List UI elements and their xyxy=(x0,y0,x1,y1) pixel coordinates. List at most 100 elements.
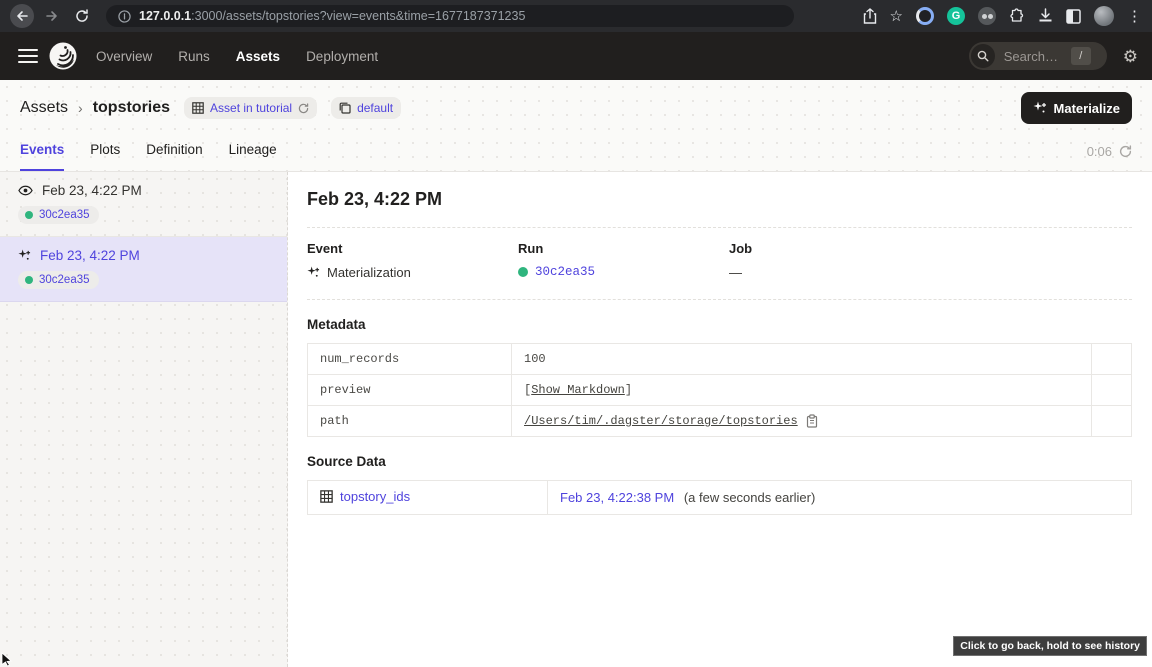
back-button-tooltip: Click to go back, hold to see history xyxy=(953,636,1147,656)
materialization-sparkle-icon xyxy=(18,249,31,262)
metadata-row-path: path /Users/tim/.dagster/storage/topstor… xyxy=(308,406,1132,437)
dagster-logo[interactable] xyxy=(48,41,78,71)
hamburger-menu-icon[interactable] xyxy=(18,49,38,63)
content-area: Feb 23, 4:22 PM 30c2ea35 Feb 23, 4:22 PM… xyxy=(0,172,1152,667)
event-detail-panel: Feb 23, 4:22 PM Event Materialization Ru… xyxy=(288,172,1152,667)
metadata-key: preview xyxy=(308,375,512,406)
refresh-countdown: 0:06 xyxy=(1087,144,1112,159)
table-icon xyxy=(320,490,333,503)
browser-profile-avatar[interactable] xyxy=(1094,6,1114,26)
grammarly-extension-icon[interactable]: G xyxy=(947,7,965,25)
run-id-text: 30c2ea35 xyxy=(39,274,90,286)
search-icon xyxy=(977,50,989,62)
materialization-sparkle-icon xyxy=(307,266,320,279)
event-list-sidebar: Feb 23, 4:22 PM 30c2ea35 Feb 23, 4:22 PM… xyxy=(0,172,288,667)
tab-definition[interactable]: Definition xyxy=(146,142,202,171)
metadata-endcap-cell xyxy=(1092,375,1132,406)
metadata-value: /Users/tim/.dagster/storage/topstories xyxy=(512,406,1092,437)
event-timestamp: Feb 23, 4:22 PM xyxy=(40,248,140,263)
reload-tag-icon[interactable] xyxy=(298,103,309,114)
asset-tabs: Events Plots Definition Lineage 0:06 xyxy=(20,133,1132,171)
nav-item-overview[interactable]: Overview xyxy=(96,49,152,64)
browser-forward-button[interactable] xyxy=(40,4,64,28)
global-search[interactable]: / xyxy=(969,42,1107,70)
event-list-item-observation[interactable]: Feb 23, 4:22 PM 30c2ea35 xyxy=(0,172,287,237)
source-relative-time: (a few seconds earlier) xyxy=(684,490,816,505)
tab-lineage[interactable]: Lineage xyxy=(229,142,277,171)
copies-icon xyxy=(339,102,351,114)
upstream-asset-name: topstory_ids xyxy=(340,489,410,504)
url-host: 127.0.0.1 xyxy=(139,9,191,23)
search-input[interactable] xyxy=(1002,48,1064,65)
downloads-icon[interactable] xyxy=(1038,8,1053,24)
job-label: Job xyxy=(729,241,940,256)
metadata-endcap-cell xyxy=(1092,406,1132,437)
tab-plots[interactable]: Plots xyxy=(90,142,120,171)
run-id-text: 30c2ea35 xyxy=(39,209,90,221)
run-label: Run xyxy=(518,241,729,256)
run-id-link[interactable]: 30c2ea35 xyxy=(535,265,595,279)
breadcrumb-separator: › xyxy=(78,100,83,116)
run-status-dot xyxy=(25,276,33,284)
breadcrumb: Assets › topstories Asset in tutorial de… xyxy=(20,93,1132,123)
search-shortcut-key: / xyxy=(1071,47,1091,65)
main-nav: Overview Runs Assets Deployment xyxy=(96,49,378,64)
metadata-key: num_records xyxy=(308,344,512,375)
site-info-icon[interactable] xyxy=(118,10,131,23)
browser-menu-icon[interactable]: ⋮ xyxy=(1127,7,1142,25)
repo-tag[interactable]: default xyxy=(331,97,401,119)
eye-icon xyxy=(18,185,33,196)
refresh-timer: 0:06 xyxy=(1087,144,1132,171)
run-column: Run 30c2ea35 xyxy=(518,241,729,280)
metadata-table: num_records 100 preview [Show Markdown] … xyxy=(307,343,1132,437)
asset-page-header: Assets › topstories Asset in tutorial de… xyxy=(0,80,1152,172)
run-status-dot xyxy=(25,211,33,219)
breadcrumb-current-asset: topstories xyxy=(93,99,170,117)
browser-toolbar: 127.0.0.1:3000/assets/topstories?view=ev… xyxy=(0,0,1152,32)
nav-item-runs[interactable]: Runs xyxy=(178,49,210,64)
browser-reload-button[interactable] xyxy=(70,4,94,28)
job-column: Job — xyxy=(729,241,940,280)
metadata-value: [Show Markdown] xyxy=(512,375,1092,406)
run-id-badge[interactable]: 30c2ea35 xyxy=(18,271,99,289)
refresh-icon[interactable] xyxy=(1119,145,1132,158)
metadata-heading: Metadata xyxy=(307,317,1132,332)
path-link[interactable]: /Users/tim/.dagster/storage/topstories xyxy=(524,414,798,428)
metadata-key: path xyxy=(308,406,512,437)
repo-tag-label: default xyxy=(357,101,393,115)
url-path: :3000/assets/topstories?view=events&time… xyxy=(191,9,525,23)
metadata-row-num-records: num_records 100 xyxy=(308,344,1132,375)
event-list-item-materialization[interactable]: Feb 23, 4:22 PM 30c2ea35 xyxy=(0,237,287,302)
metadata-row-preview: preview [Show Markdown] xyxy=(308,375,1132,406)
asset-group-tag-label: Asset in tutorial xyxy=(210,101,292,115)
tab-events[interactable]: Events xyxy=(20,142,64,171)
address-bar[interactable]: 127.0.0.1:3000/assets/topstories?view=ev… xyxy=(106,5,794,27)
copy-clipboard-icon[interactable] xyxy=(806,414,818,428)
asset-group-tag[interactable]: Asset in tutorial xyxy=(184,97,317,119)
source-timestamp: Feb 23, 4:22:38 PM xyxy=(560,490,674,505)
materialize-button-label: Materialize xyxy=(1054,101,1120,116)
forward-arrow-icon xyxy=(45,9,59,23)
run-id-badge[interactable]: 30c2ea35 xyxy=(18,206,99,224)
materialize-button[interactable]: Materialize xyxy=(1021,92,1132,124)
upstream-asset-link[interactable]: topstory_ids xyxy=(320,489,410,504)
source-data-heading: Source Data xyxy=(307,454,1132,469)
bookmark-star-icon[interactable]: ☆ xyxy=(890,7,903,25)
nav-item-assets[interactable]: Assets xyxy=(236,49,280,64)
settings-gear-icon[interactable]: ⚙ xyxy=(1123,48,1138,65)
reload-icon xyxy=(75,9,89,23)
extensions-puzzle-icon[interactable] xyxy=(1009,8,1025,24)
goggles-extension-icon[interactable] xyxy=(978,7,996,25)
event-type-value: Materialization xyxy=(327,265,411,280)
nav-item-deployment[interactable]: Deployment xyxy=(306,49,378,64)
metadata-value: 100 xyxy=(512,344,1092,375)
breadcrumb-assets-link[interactable]: Assets xyxy=(20,99,68,117)
share-icon[interactable] xyxy=(863,8,877,24)
extension-icon-blue[interactable] xyxy=(916,7,934,25)
table-icon xyxy=(192,102,204,114)
event-summary-row: Event Materialization Run 30c2ea35 Job — xyxy=(307,228,1132,300)
show-markdown-link[interactable]: Show Markdown xyxy=(531,383,625,397)
browser-back-button[interactable] xyxy=(10,4,34,28)
side-panel-icon[interactable] xyxy=(1066,9,1081,24)
source-data-table: topstory_ids Feb 23, 4:22:38 PM (a few s… xyxy=(307,480,1132,515)
